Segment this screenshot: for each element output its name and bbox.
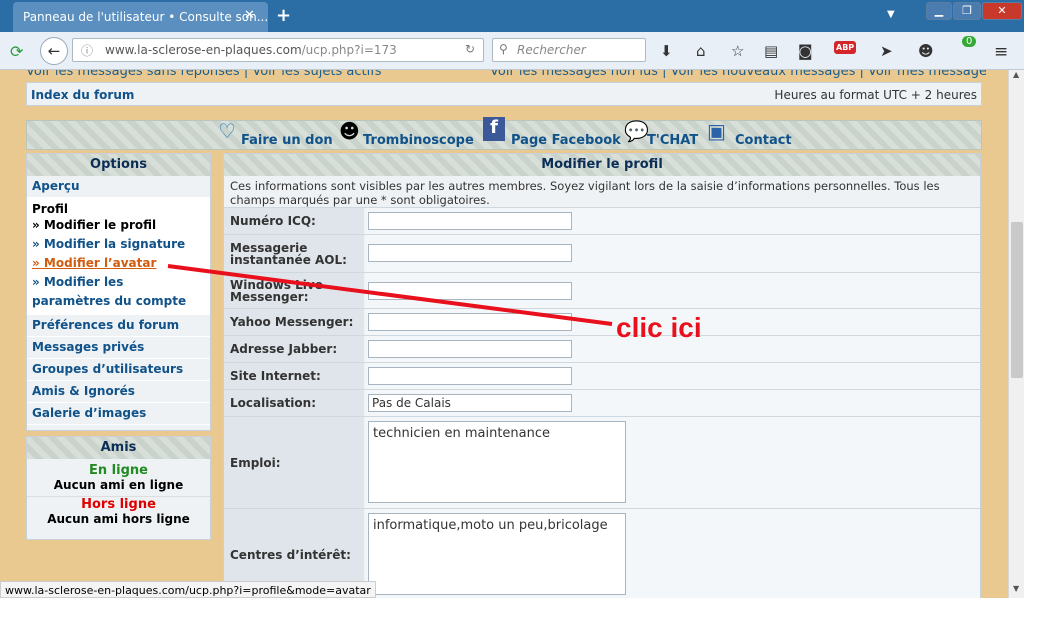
annotation-text: clic ici: [616, 312, 702, 343]
annotation-line: [167, 264, 613, 326]
annotation-arrow: [167, 264, 613, 326]
